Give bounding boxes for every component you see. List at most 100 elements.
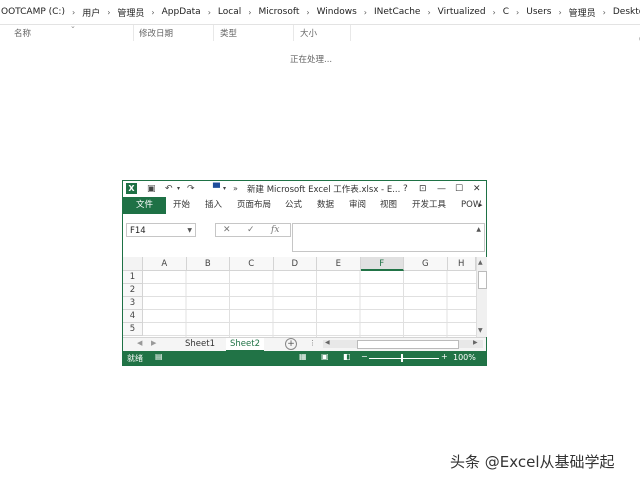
chevron-right-icon: › xyxy=(71,7,76,17)
scroll-right-icon[interactable]: ▶ xyxy=(473,339,478,346)
column-header-e[interactable]: E xyxy=(317,257,361,271)
column-header-b[interactable]: B xyxy=(186,257,230,271)
column-name[interactable]: 名称 xyxy=(14,27,31,39)
vertical-scrollbar[interactable]: ▲ ▼ xyxy=(476,257,487,337)
column-size[interactable]: 大小 xyxy=(300,27,317,39)
macro-record-icon[interactable]: ▤ xyxy=(155,352,163,361)
redo-icon[interactable]: ↷ xyxy=(187,182,195,196)
column-header-h[interactable]: H xyxy=(447,257,476,271)
name-box-dropdown-icon[interactable]: ▼ xyxy=(187,224,192,238)
crumb-virtualized[interactable]: Virtualized xyxy=(433,7,491,17)
column-header-g[interactable]: G xyxy=(404,257,448,271)
window-title: 新建 Microsoft Excel 工作表.xlsx - E... xyxy=(247,185,401,195)
help-button[interactable]: ? xyxy=(403,182,408,196)
undo-icon[interactable]: ↶ xyxy=(165,182,173,196)
crumb-windows[interactable]: Windows xyxy=(312,7,362,17)
column-divider[interactable] xyxy=(133,25,134,41)
crumb-c[interactable]: C xyxy=(498,7,514,17)
save-icon[interactable]: ▣ xyxy=(147,182,156,196)
crumb-users[interactable]: 用户 xyxy=(77,6,105,19)
tab-insert[interactable]: 插入 xyxy=(205,197,222,214)
crumb-drive[interactable]: OOTCAMP (C:) xyxy=(0,7,70,17)
close-button[interactable]: ✕ xyxy=(473,182,481,196)
tab-home[interactable]: 开始 xyxy=(173,197,190,214)
zoom-out-icon[interactable]: − xyxy=(361,352,368,361)
minimize-button[interactable]: — xyxy=(437,182,446,196)
row-header-1[interactable]: 1 xyxy=(123,271,143,284)
ribbon-tabs: 文件 开始 插入 页面布局 公式 数据 审阅 视图 开发工具 POW ▸ xyxy=(123,197,486,215)
scroll-down-icon[interactable]: ▼ xyxy=(478,327,483,334)
column-header-a[interactable]: A xyxy=(143,257,187,271)
excel-title-bar[interactable]: X ▣ ↶ ▾ ↷ ▀ ▾ » 新建 Microsoft Excel 工作表.x… xyxy=(123,181,486,197)
zoom-in-icon[interactable]: + xyxy=(441,352,448,361)
crumb-users-2[interactable]: Users xyxy=(521,7,556,17)
column-divider[interactable] xyxy=(350,25,351,41)
tab-page-layout[interactable]: 页面布局 xyxy=(237,197,271,214)
cell-area[interactable] xyxy=(143,271,476,337)
zoom-level[interactable]: 100% xyxy=(453,353,476,362)
column-header-c[interactable]: C xyxy=(230,257,274,271)
tab-data[interactable]: 数据 xyxy=(317,197,334,214)
customize-dropdown-icon[interactable]: ▾ xyxy=(223,182,226,196)
row-header-5[interactable]: 5 xyxy=(123,323,143,336)
scroll-left-icon[interactable]: ◀ xyxy=(325,339,330,346)
expand-formula-bar-icon[interactable]: ▲ xyxy=(476,226,481,233)
column-modified[interactable]: 修改日期 xyxy=(139,27,173,39)
column-header-f[interactable]: F xyxy=(360,257,404,271)
tab-formulas[interactable]: 公式 xyxy=(285,197,302,214)
column-header-d[interactable]: D xyxy=(273,257,317,271)
tab-file[interactable]: 文件 xyxy=(123,197,166,214)
normal-view-icon[interactable]: ▦ xyxy=(299,352,307,361)
ribbon-display-button[interactable]: ⊡ xyxy=(419,182,427,196)
column-divider[interactable] xyxy=(213,25,214,41)
tab-view[interactable]: 视图 xyxy=(380,197,397,214)
tab-review[interactable]: 审阅 xyxy=(349,197,366,214)
row-header-3[interactable]: 3 xyxy=(123,297,143,310)
excel-window[interactable]: X ▣ ↶ ▾ ↷ ▀ ▾ » 新建 Microsoft Excel 工作表.x… xyxy=(122,180,487,366)
prev-sheet-icon[interactable]: ◀ xyxy=(137,339,142,347)
enter-check-icon[interactable]: ✓ xyxy=(247,224,255,237)
more-commands-icon[interactable]: » xyxy=(233,182,238,196)
page-layout-view-icon[interactable]: ▣ xyxy=(321,352,329,361)
next-sheet-icon[interactable]: ▶ xyxy=(151,339,156,347)
column-type[interactable]: 类型 xyxy=(220,27,237,39)
zoom-slider-thumb[interactable] xyxy=(401,354,403,362)
status-bar: 就绪 ▤ ▦ ▣ ◧ − + 100% xyxy=(123,351,486,365)
page-break-view-icon[interactable]: ◧ xyxy=(343,352,351,361)
sheet-tab-1[interactable]: Sheet1 xyxy=(181,338,219,350)
crumb-appdata[interactable]: AppData xyxy=(157,7,206,17)
name-box[interactable]: F14 ▼ xyxy=(126,223,196,237)
undo-dropdown-icon[interactable]: ▾ xyxy=(177,182,180,196)
worksheet-grid[interactable]: A B C D E F G H 1 2 3 4 5 xyxy=(123,257,476,337)
horizontal-scroll-thumb[interactable] xyxy=(357,340,459,349)
flag-icon[interactable]: ▀ xyxy=(213,182,220,196)
maximize-button[interactable]: ☐ xyxy=(455,182,463,196)
crumb-inetcache[interactable]: INetCache xyxy=(369,7,425,17)
scroll-up-icon[interactable]: ▲ xyxy=(478,259,483,266)
horizontal-scrollbar[interactable]: ◀ ▶ xyxy=(323,339,483,349)
select-all-corner[interactable] xyxy=(123,257,143,271)
sheet-tab-2[interactable]: Sheet2 xyxy=(226,338,264,352)
crumb-admin-2[interactable]: 管理员 xyxy=(564,6,601,19)
zoom-slider[interactable] xyxy=(369,358,439,359)
row-header-4[interactable]: 4 xyxy=(123,310,143,323)
crumb-local[interactable]: Local xyxy=(213,7,246,17)
vertical-scroll-thumb[interactable] xyxy=(478,271,487,289)
row-header-2[interactable]: 2 xyxy=(123,284,143,297)
formula-buttons: ✕ ✓ fx xyxy=(215,223,291,237)
ribbon-scroll-right-icon[interactable]: ▸ xyxy=(479,201,483,209)
chevron-right-icon: › xyxy=(363,7,367,17)
breadcrumb: OOTCAMP (C:) › 用户 › 管理员 › AppData › Local › M… xyxy=(0,0,640,24)
chevron-right-icon: › xyxy=(427,7,431,17)
new-sheet-icon[interactable]: + xyxy=(285,338,297,350)
insert-function-icon[interactable]: fx xyxy=(271,224,279,237)
column-divider[interactable] xyxy=(293,25,294,41)
formula-input[interactable]: ▲ xyxy=(292,223,485,252)
address-bar[interactable]: OOTCAMP (C:) › 用户 › 管理员 › AppData › Local › M… xyxy=(0,0,640,25)
crumb-microsoft[interactable]: Microsoft xyxy=(253,7,304,17)
tab-developer[interactable]: 开发工具 xyxy=(412,197,446,214)
more-options-icon[interactable]: ⋮ xyxy=(309,339,316,347)
crumb-admin[interactable]: 管理员 xyxy=(112,6,149,19)
cancel-icon[interactable]: ✕ xyxy=(223,224,231,237)
crumb-desktop[interactable]: Desktop xyxy=(608,7,640,17)
